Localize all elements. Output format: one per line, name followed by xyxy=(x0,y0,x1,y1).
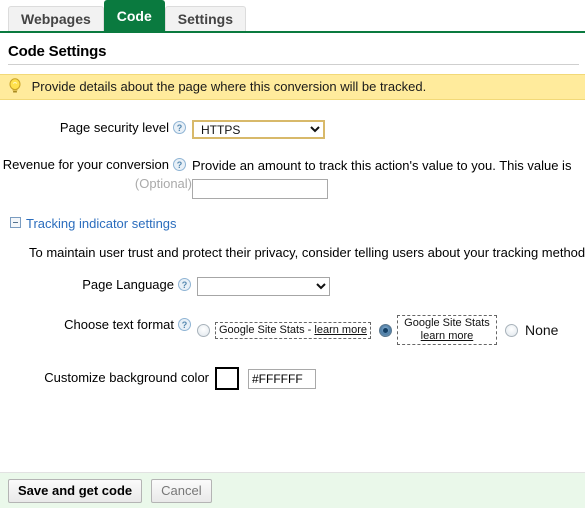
hint-text: Provide details about the page where thi… xyxy=(31,79,427,94)
page-security-level-field: HTTPS HTTP xyxy=(192,120,585,139)
text-format-preview-two-line: Google Site Stats learn more xyxy=(396,315,497,345)
revenue-label-cell: Revenue for your conversion? (Optional) xyxy=(0,157,192,191)
revenue-label: Revenue for your conversion xyxy=(2,157,169,172)
row-background-color: Customize background color xyxy=(0,367,585,390)
help-icon-revenue[interactable]: ? xyxy=(173,158,186,171)
tab-code[interactable]: Code xyxy=(103,0,165,31)
background-color-label: Customize background color xyxy=(44,370,209,385)
page-title-container: Code Settings xyxy=(8,43,579,65)
choose-text-format-label-cell: Choose text format? xyxy=(0,315,197,332)
revenue-input[interactable] xyxy=(192,179,328,199)
learn-more-link-two-line[interactable]: learn more xyxy=(421,330,474,342)
choose-text-format-field: Google Site Stats - learn more Google Si… xyxy=(197,315,585,345)
cancel-button[interactable]: Cancel xyxy=(151,478,212,503)
page-security-level-label-cell: Page security level? xyxy=(0,120,192,135)
page-title: Code Settings xyxy=(8,43,107,60)
text-format-two-line-text: Google Site Stats xyxy=(404,317,490,329)
footer-action-bar: Save and get code Cancel xyxy=(0,472,585,508)
row-choose-text-format: Choose text format? Google Site Stats - … xyxy=(0,315,585,345)
help-icon-text-format[interactable]: ? xyxy=(178,318,191,331)
text-format-one-line-text: Google Site Stats - xyxy=(219,323,315,336)
lightbulb-icon xyxy=(8,78,22,94)
text-format-preview-one-line: Google Site Stats - learn more xyxy=(215,321,371,339)
choose-text-format-label: Choose text format xyxy=(64,317,174,332)
background-color-field xyxy=(215,367,585,390)
revenue-field: Provide an amount to track this action's… xyxy=(192,157,585,199)
radio-text-format-one-line[interactable] xyxy=(197,323,210,337)
form-area: Page security level? HTTPS HTTP Revenue … xyxy=(0,100,585,390)
page-language-label-cell: Page Language? xyxy=(0,277,197,292)
page-security-level-label: Page security level xyxy=(59,120,169,135)
text-format-none-label: None xyxy=(524,322,559,338)
revenue-description: Provide an amount to track this action's… xyxy=(192,158,572,173)
page-language-field xyxy=(197,277,585,296)
collapse-minus-icon[interactable] xyxy=(10,217,21,228)
save-and-get-code-button[interactable]: Save and get code xyxy=(8,478,143,503)
row-revenue: Revenue for your conversion? (Optional) … xyxy=(0,157,585,199)
learn-more-link-one-line[interactable]: learn more xyxy=(314,324,367,336)
tab-settings[interactable]: Settings xyxy=(164,6,246,31)
page-language-select[interactable] xyxy=(197,277,330,296)
page-security-level-select[interactable]: HTTPS HTTP xyxy=(192,120,325,139)
tracking-indicator-settings-header[interactable]: Tracking indicator settings xyxy=(0,216,585,231)
text-format-radio-group: Google Site Stats - learn more Google Si… xyxy=(197,315,585,345)
help-icon-page-language[interactable]: ? xyxy=(178,278,191,291)
privacy-note: To maintain user trust and protect their… xyxy=(29,245,585,260)
help-icon-page-security[interactable]: ? xyxy=(173,121,186,134)
radio-text-format-none[interactable] xyxy=(504,323,518,337)
background-color-label-cell: Customize background color xyxy=(0,367,215,385)
row-page-language: Page Language? xyxy=(0,277,585,296)
revenue-optional-label: (Optional) xyxy=(134,176,192,191)
background-color-swatch[interactable] xyxy=(215,367,239,390)
row-page-security-level: Page security level? HTTPS HTTP xyxy=(0,120,585,139)
background-color-hex-input[interactable] xyxy=(248,368,316,389)
tab-strip: Webpages Code Settings xyxy=(0,0,585,33)
page-language-label: Page Language xyxy=(82,277,174,292)
radio-text-format-two-line[interactable] xyxy=(378,323,392,337)
tracking-indicator-settings-link[interactable]: Tracking indicator settings xyxy=(26,216,177,231)
hint-banner: Provide details about the page where thi… xyxy=(0,74,585,100)
tab-webpages[interactable]: Webpages xyxy=(8,6,104,31)
